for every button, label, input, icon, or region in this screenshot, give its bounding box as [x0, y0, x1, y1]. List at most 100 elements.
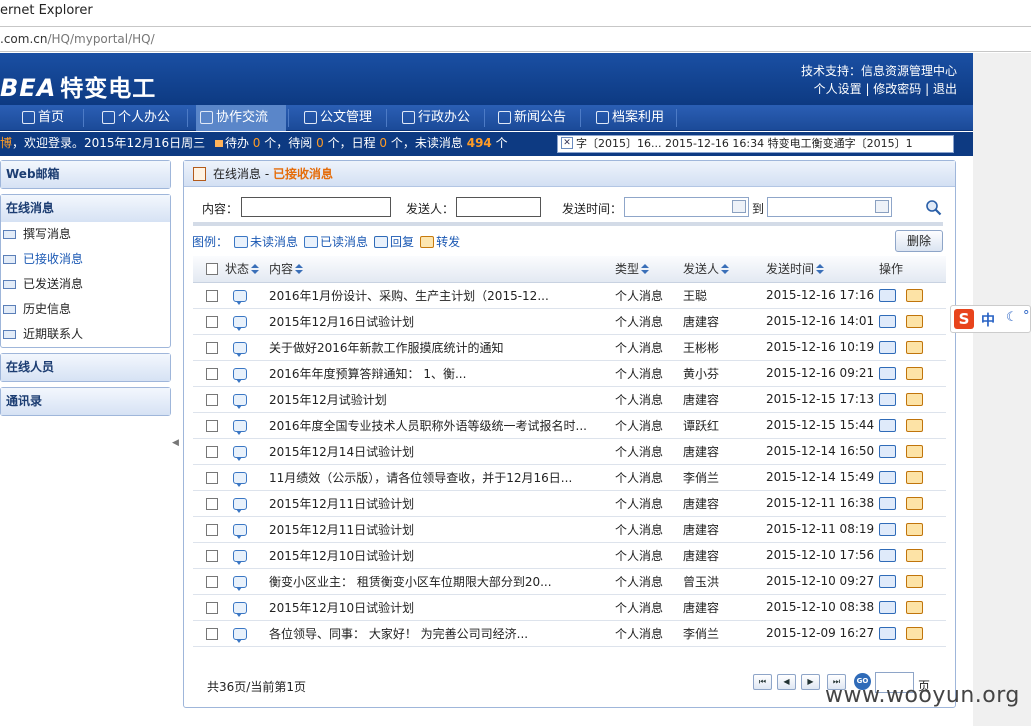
forward-icon[interactable] — [906, 289, 923, 302]
table-row[interactable]: 2015年12月试验计划 个人消息 唐建容 2015-12-15 17:13 — [193, 386, 946, 413]
collapse-sidebar-handle[interactable]: ◀ — [172, 432, 180, 454]
table-row[interactable]: 各位领导、同事： 大家好！ 为完善公司司经济... 个人消息 李俏兰 2015-12-… — [193, 620, 946, 647]
ime-toolbar[interactable]: S 中 ☾ ° — [950, 305, 1031, 333]
row-checkbox[interactable] — [206, 419, 218, 432]
sidebar-item-history[interactable]: 历史信息 — [1, 297, 170, 322]
moon-icon[interactable]: ☾ — [1006, 310, 1018, 325]
reply-icon[interactable] — [879, 419, 896, 432]
reply-icon[interactable] — [879, 445, 896, 458]
personal-settings-link[interactable]: 个人设置 — [814, 82, 862, 96]
calendar-icon[interactable] — [732, 200, 746, 213]
row-checkbox[interactable] — [206, 367, 218, 380]
message-content[interactable]: 各位领导、同事： 大家好！ 为完善公司司经济... — [269, 620, 615, 647]
message-content[interactable]: 2015年12月10日试验计划 — [269, 594, 615, 621]
first-page-button[interactable]: ⏮ — [753, 674, 772, 690]
message-content[interactable]: 衡变小区业主： 租赁衡变小区车位期限大部分到20... — [269, 568, 615, 595]
schedule-count[interactable]: 0 — [379, 136, 387, 150]
forward-icon[interactable] — [906, 549, 923, 562]
table-row[interactable]: 11月绩效（公示版），请各位领导查收，并于12月16日... 个人消息 李俏兰 201… — [193, 464, 946, 491]
forward-icon[interactable] — [906, 471, 923, 484]
row-checkbox[interactable] — [206, 601, 218, 614]
row-checkbox[interactable] — [206, 341, 218, 354]
sidebar-contacts[interactable]: 通讯录 — [0, 387, 171, 416]
row-checkbox[interactable] — [206, 523, 218, 536]
nav-documents[interactable]: 公文管理 — [300, 105, 384, 131]
nav-personal-office[interactable]: 个人办公 — [98, 105, 182, 131]
sidebar-webmail[interactable]: Web邮箱 — [0, 160, 171, 189]
message-content[interactable]: 2016年年度预算答辩通知： 1、衡... — [269, 360, 615, 387]
select-all-checkbox[interactable] — [206, 263, 218, 276]
forward-icon[interactable] — [906, 601, 923, 614]
sidebar-item-sent[interactable]: 已发送消息 — [1, 272, 170, 297]
forward-icon[interactable] — [906, 445, 923, 458]
nav-admin-office[interactable]: 行政办公 — [398, 105, 482, 131]
table-row[interactable]: 2015年12月10日试验计划 个人消息 唐建容 2015-12-10 08:38 — [193, 594, 946, 621]
sort-icon[interactable] — [816, 264, 825, 275]
forward-icon[interactable] — [906, 341, 923, 354]
row-checkbox[interactable] — [206, 393, 218, 406]
forward-icon[interactable] — [906, 367, 923, 380]
address-bar[interactable]: .com.cn/HQ/myportal/HQ/ — [0, 26, 1031, 52]
sidebar-item-received[interactable]: 已接收消息 — [1, 247, 170, 272]
sender-search-input[interactable] — [456, 197, 541, 217]
table-row[interactable]: 2016年1月份设计、采购、生产主计划（2015-12... 个人消息 王聪 2015… — [193, 282, 946, 309]
row-checkbox[interactable] — [206, 627, 218, 640]
calendar-icon[interactable] — [875, 200, 889, 213]
forward-icon[interactable] — [906, 497, 923, 510]
row-checkbox[interactable] — [206, 497, 218, 510]
reply-icon[interactable] — [879, 497, 896, 510]
message-content[interactable]: 2016年1月份设计、采购、生产主计划（2015-12... — [269, 282, 615, 309]
table-row[interactable]: 关于做好2016年新款工作服摸底统计的通知 个人消息 王彬彬 2015-12-16 1… — [193, 334, 946, 361]
sidebar-item-recent-contacts[interactable]: 近期联系人 — [1, 322, 170, 347]
reply-icon[interactable] — [879, 341, 896, 354]
reply-icon[interactable] — [879, 367, 896, 380]
nav-archives[interactable]: 档案利用 — [592, 105, 674, 131]
reply-icon[interactable] — [879, 523, 896, 536]
forward-icon[interactable] — [906, 523, 923, 536]
nav-home[interactable]: 首页 — [18, 105, 80, 131]
col-content[interactable]: 内容 — [269, 256, 615, 283]
logout-link[interactable]: 退出 — [933, 82, 957, 96]
forward-icon[interactable] — [906, 393, 923, 406]
reply-icon[interactable] — [879, 549, 896, 562]
table-row[interactable]: 2016年度全国专业技术人员职称外语等级统一考试报名时... 个人消息 谭跃红 201… — [193, 412, 946, 439]
row-checkbox[interactable] — [206, 471, 218, 484]
nav-collaboration[interactable]: 协作交流 — [196, 105, 286, 131]
reply-icon[interactable] — [879, 627, 896, 640]
table-row[interactable]: 2015年12月14日试验计划 个人消息 唐建容 2015-12-14 16:50 — [193, 438, 946, 465]
sort-icon[interactable] — [251, 264, 260, 275]
delete-button[interactable]: 删除 — [895, 230, 943, 252]
table-row[interactable]: 2015年12月10日试验计划 个人消息 唐建容 2015-12-10 17:56 — [193, 542, 946, 569]
sort-icon[interactable] — [641, 264, 650, 275]
row-checkbox[interactable] — [206, 575, 218, 588]
message-content[interactable]: 2015年12月试验计划 — [269, 386, 615, 413]
message-content[interactable]: 2015年12月14日试验计划 — [269, 438, 615, 465]
message-content[interactable]: 2015年12月10日试验计划 — [269, 542, 615, 569]
reply-icon[interactable] — [879, 601, 896, 614]
news-ticker[interactable]: ✕ 字〔2015〕16... 2015-12-16 16:34 特变电工衡变通字〔… — [557, 135, 954, 153]
forward-icon[interactable] — [906, 627, 923, 640]
forward-icon[interactable] — [906, 575, 923, 588]
reply-icon[interactable] — [879, 575, 896, 588]
prev-page-button[interactable]: ◀ — [777, 674, 796, 690]
reply-icon[interactable] — [879, 393, 896, 406]
col-sender[interactable]: 发送人 — [683, 256, 766, 283]
content-search-input[interactable] — [241, 197, 391, 217]
nav-news[interactable]: 新闻公告 — [494, 105, 578, 131]
forward-icon[interactable] — [906, 315, 923, 328]
table-row[interactable]: 衡变小区业主： 租赁衡变小区车位期限大部分到20... 个人消息 曾玉洪 2015-1… — [193, 568, 946, 595]
table-row[interactable]: 2015年12月11日试验计划 个人消息 唐建容 2015-12-11 08:19 — [193, 516, 946, 543]
message-content[interactable]: 关于做好2016年新款工作服摸底统计的通知 — [269, 334, 615, 361]
punctuation-icon[interactable]: ° — [1023, 309, 1030, 324]
message-content[interactable]: 2016年度全国专业技术人员职称外语等级统一考试报名时... — [269, 412, 615, 439]
row-checkbox[interactable] — [206, 549, 218, 562]
sidebar-online-users[interactable]: 在线人员 — [0, 353, 171, 382]
close-icon[interactable]: ✕ — [561, 137, 573, 149]
start-date-input[interactable] — [624, 197, 749, 217]
row-checkbox[interactable] — [206, 315, 218, 328]
col-time[interactable]: 发送时间 — [766, 256, 879, 283]
message-content[interactable]: 11月绩效（公示版），请各位领导查收，并于12月16日... — [269, 464, 615, 491]
col-type[interactable]: 类型 — [615, 256, 683, 283]
todo-count[interactable]: 0 — [253, 136, 261, 150]
sort-icon[interactable] — [295, 264, 304, 275]
